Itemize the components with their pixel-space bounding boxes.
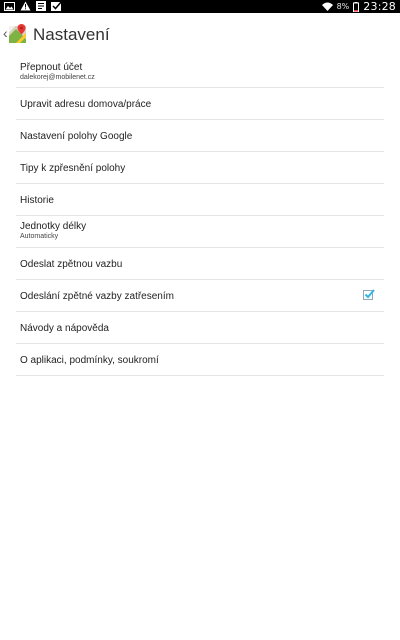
back-chevron-icon[interactable]: ‹ xyxy=(3,26,8,40)
wifi-icon xyxy=(321,2,333,11)
shake-feedback-checkbox[interactable] xyxy=(363,289,375,300)
settings-item-about[interactable]: O aplikaci, podmínky, soukromí xyxy=(16,344,384,376)
settings-item-label: Jednotky délky xyxy=(20,221,87,232)
settings-item-summary: dalekorej@mobilenet.cz xyxy=(20,74,95,81)
battery-icon xyxy=(353,1,360,12)
settings-item-label: Nastavení polohy Google xyxy=(20,131,133,142)
settings-item-shake-feedback[interactable]: Odeslání zpětné vazby zatřesením xyxy=(16,280,384,312)
check-icon xyxy=(51,1,62,11)
settings-item-history[interactable]: Historie xyxy=(16,184,384,216)
settings-list: Přepnout účet dalekorej@mobilenet.cz Upr… xyxy=(16,57,384,376)
settings-item-label: Tipy k zpřesnění polohy xyxy=(20,163,126,174)
page-title: Nastavení xyxy=(33,25,110,44)
notification-icons xyxy=(4,1,62,11)
warning-icon xyxy=(20,1,31,11)
settings-item-google-location[interactable]: Nastavení polohy Google xyxy=(16,120,384,152)
clock: 23:28 xyxy=(363,0,396,13)
maps-app-icon[interactable] xyxy=(9,24,28,49)
settings-item-label: Odeslání zpětné vazby zatřesením xyxy=(20,291,174,302)
settings-item-switch-account[interactable]: Přepnout účet dalekorej@mobilenet.cz xyxy=(16,57,384,88)
settings-item-edit-home-work[interactable]: Upravit adresu domova/práce xyxy=(16,88,384,120)
checkmark-icon xyxy=(364,289,375,299)
settings-item-label: Odeslat zpětnou vazbu xyxy=(20,259,123,270)
settings-item-label: O aplikaci, podmínky, soukromí xyxy=(20,355,159,366)
gallery-icon xyxy=(4,1,15,11)
settings-item-label: Návody a nápověda xyxy=(20,323,109,334)
settings-item-summary: Automaticky xyxy=(20,233,59,240)
system-indicators: 8% 23:28 xyxy=(321,0,396,13)
settings-item-label: Přepnout účet xyxy=(20,62,83,73)
settings-item-help[interactable]: Návody a nápověda xyxy=(16,312,384,344)
settings-item-label: Upravit adresu domova/práce xyxy=(20,99,152,110)
settings-item-label: Historie xyxy=(20,195,54,206)
settings-item-distance-units[interactable]: Jednotky délky Automaticky xyxy=(16,216,384,248)
settings-item-location-tips[interactable]: Tipy k zpřesnění polohy xyxy=(16,152,384,184)
action-bar: ‹ Nastavení xyxy=(0,13,400,57)
card-icon xyxy=(36,1,46,11)
battery-percent: 8% xyxy=(336,2,350,11)
status-bar: 8% 23:28 xyxy=(0,0,400,13)
settings-item-send-feedback[interactable]: Odeslat zpětnou vazbu xyxy=(16,248,384,280)
